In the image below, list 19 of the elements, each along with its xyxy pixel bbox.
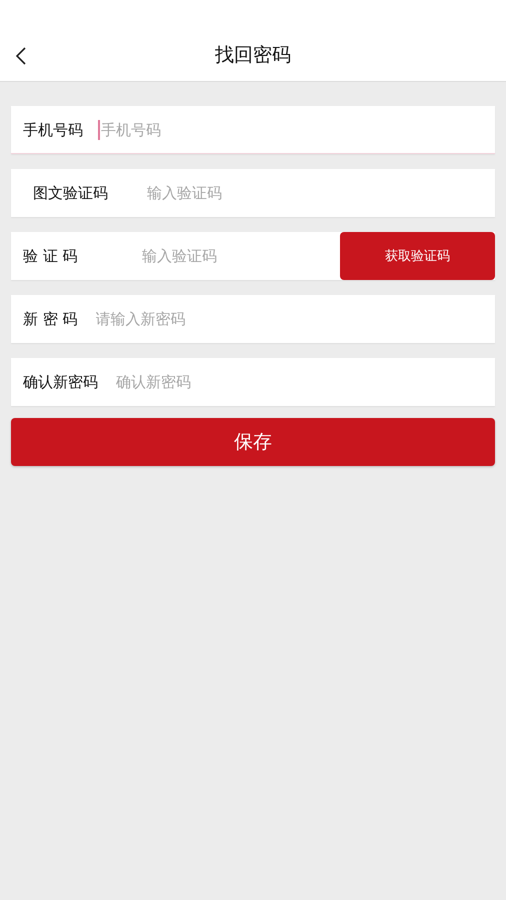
field-label: 新 密 码	[22, 310, 78, 328]
form-field[interactable]: 验 证 码 输入验证码 获取验证码	[11, 232, 495, 280]
back-icon[interactable]	[14, 46, 28, 66]
get-code-button[interactable]: 获取验证码	[340, 232, 495, 280]
save-button[interactable]: 保存	[11, 418, 495, 466]
input-field[interactable]: 确认新密码	[116, 367, 495, 397]
form-field[interactable]: 确认新密码 确认新密码	[11, 358, 495, 406]
input-field[interactable]: 输入验证码	[142, 241, 340, 271]
form-field[interactable]: 新 密 码 请输入新密码	[11, 295, 495, 343]
form-field[interactable]: 手机号码 手机号码	[11, 106, 495, 154]
field-label: 确认新密码	[22, 372, 98, 392]
input-field[interactable]: 输入验证码	[147, 178, 495, 208]
page-title: 找回密码	[215, 42, 291, 68]
field-label: 手机号码	[22, 120, 83, 140]
field-label: 验 证 码	[22, 246, 79, 266]
field-label: 图文验证码	[32, 184, 109, 202]
input-field[interactable]: 手机号码	[101, 115, 495, 145]
form-field[interactable]: 图文验证码 输入验证码	[11, 169, 495, 217]
input-field[interactable]: 请输入新密码	[96, 304, 495, 334]
